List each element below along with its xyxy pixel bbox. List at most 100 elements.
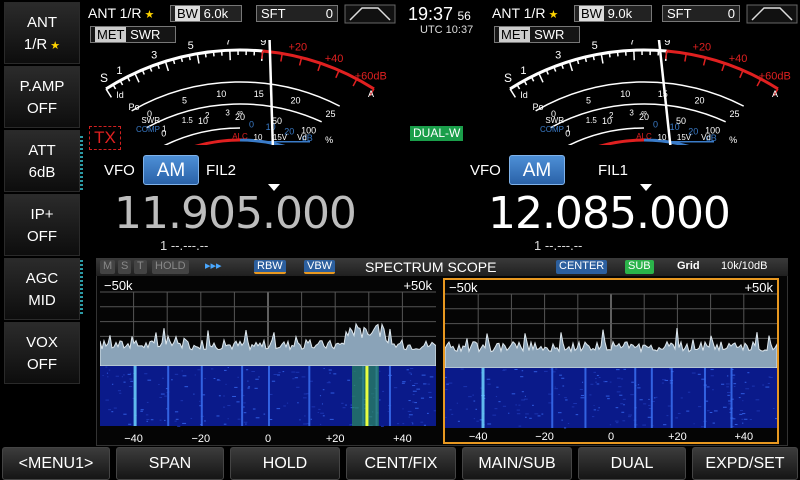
left-frequency[interactable]: 11.905.000 <box>114 192 357 236</box>
waterfall-noise <box>669 368 671 370</box>
scope-sub-tag[interactable]: SUB <box>625 260 654 274</box>
waterfall-noise <box>414 402 418 404</box>
side-button-att[interactable]: ATT 6dB <box>4 130 80 192</box>
side-button-preamp[interactable]: P.AMP OFF <box>4 66 80 128</box>
waterfall-noise <box>263 413 266 415</box>
waterfall-noise <box>227 418 229 420</box>
comp-scale-label: 0 <box>653 119 658 129</box>
s-scale-label: 7 <box>629 40 635 47</box>
hold-button[interactable]: HOLD <box>230 447 340 480</box>
scope-t-tag[interactable]: T <box>134 260 147 274</box>
main-sub-button[interactable]: MAIN/SUB <box>462 447 572 480</box>
waterfall-noise <box>182 422 187 424</box>
waterfall-noise <box>252 408 256 410</box>
side-button-vox[interactable]: VOX OFF <box>4 322 80 384</box>
waterfall-noise <box>166 408 168 410</box>
waterfall-noise <box>128 423 132 425</box>
s-scale-label: 1 <box>116 65 122 77</box>
left-scope-panel[interactable]: −50k +50k −40 −20 0 +20 +40 <box>99 278 438 445</box>
side-button-ip[interactable]: IP+ OFF <box>4 194 80 256</box>
waterfall-noise <box>247 387 250 389</box>
alc-label: ALC <box>636 132 652 141</box>
vd-bar <box>258 141 310 143</box>
scope-tick-label: 0 <box>608 431 614 442</box>
waterfall-noise <box>146 401 149 403</box>
scope-mode-center[interactable]: CENTER <box>556 260 608 274</box>
comp-label: COMP <box>540 125 564 134</box>
waterfall-noise <box>412 401 415 403</box>
waterfall-noise <box>321 403 323 405</box>
waterfall-noise <box>628 416 632 418</box>
waterfall-noise <box>739 413 743 415</box>
waterfall-noise <box>428 391 432 393</box>
waterfall-signal <box>133 366 137 426</box>
scope-m-tag[interactable]: M <box>100 260 116 274</box>
dual-watch-badge: DUAL-W <box>410 126 464 141</box>
side-button-agc[interactable]: AGC MID <box>4 258 80 320</box>
scroll-grip[interactable] <box>80 260 83 316</box>
expd-set-button[interactable]: EXPD/SET <box>692 447 798 480</box>
waterfall-noise <box>412 394 415 396</box>
waterfall-noise <box>310 418 313 420</box>
waterfall-noise <box>476 420 479 422</box>
vd-scale-label: 15V <box>677 133 692 142</box>
waterfall-noise <box>460 368 464 370</box>
waterfall-noise <box>580 394 585 396</box>
waterfall-noise <box>397 423 400 425</box>
waterfall-noise <box>767 382 770 384</box>
waterfall-noise <box>410 373 412 375</box>
s-tick <box>164 61 170 72</box>
waterfall-noise <box>451 413 454 415</box>
side-button-ant[interactable]: ANT 1/R ★ <box>4 2 80 64</box>
waterfall-noise <box>738 397 741 399</box>
id-scale-label: 5 <box>182 96 187 106</box>
left-bw-box[interactable]: BW 6.0k <box>170 5 242 22</box>
amp-label: A <box>368 89 374 99</box>
waterfall-noise <box>328 381 331 383</box>
right-bw-box[interactable]: BW 9.0k <box>574 5 652 22</box>
waterfall-noise <box>184 386 189 388</box>
sft-label: SFT <box>261 6 286 21</box>
vbw-tag[interactable]: VBW <box>304 260 336 274</box>
right-sft-box[interactable]: SFT 0 <box>662 5 740 22</box>
scope-s-tag[interactable]: S <box>118 260 132 274</box>
s-tick <box>616 51 619 57</box>
right-filter-label[interactable]: FIL1 <box>598 162 628 179</box>
left-sft-box[interactable]: SFT 0 <box>256 5 338 22</box>
po-scale-label: % <box>729 135 737 145</box>
plus-tick <box>721 63 726 72</box>
scope-hold-tag[interactable]: HOLD <box>152 260 189 274</box>
waterfall-noise <box>620 378 624 380</box>
waterfall-noise <box>164 419 166 421</box>
waterfall-noise <box>380 425 384 427</box>
waterfall-noise <box>575 414 579 416</box>
waterfall-noise <box>425 383 428 385</box>
right-mode-button[interactable]: AM <box>509 155 565 185</box>
rbw-tag[interactable]: RBW <box>254 260 286 274</box>
waterfall-noise <box>653 397 656 399</box>
waterfall-noise <box>580 397 585 399</box>
left-filter-label[interactable]: FIL2 <box>206 162 236 179</box>
span-button[interactable]: SPAN <box>116 447 224 480</box>
waterfall-noise <box>387 411 389 413</box>
waterfall-noise <box>190 417 193 419</box>
right-frequency[interactable]: 12.085.000 <box>488 192 731 236</box>
waterfall-noise <box>117 390 122 392</box>
waterfall-noise <box>303 423 307 425</box>
side-button-label: ATT <box>28 142 56 159</box>
left-mode-button[interactable]: AM <box>143 155 199 185</box>
dual-button[interactable]: DUAL <box>578 447 686 480</box>
waterfall-noise <box>516 409 520 411</box>
waterfall-noise <box>159 419 162 421</box>
waterfall-noise <box>726 391 731 393</box>
swr-scale-label: 1 <box>566 125 571 134</box>
waterfall-noise <box>402 408 404 410</box>
waterfall-noise <box>291 371 296 373</box>
waterfall-noise <box>561 419 563 421</box>
menu1-button[interactable]: <MENU1> <box>2 447 110 480</box>
right-scope-panel[interactable]: −50k +50k −40 −20 0 +20 +40 <box>443 278 781 444</box>
scroll-grip[interactable] <box>80 136 83 192</box>
scope-tick-label: −20 <box>191 433 210 444</box>
swr-scale-label: ∞ <box>237 108 243 117</box>
cent-fix-button[interactable]: CENT/FIX <box>346 447 456 480</box>
